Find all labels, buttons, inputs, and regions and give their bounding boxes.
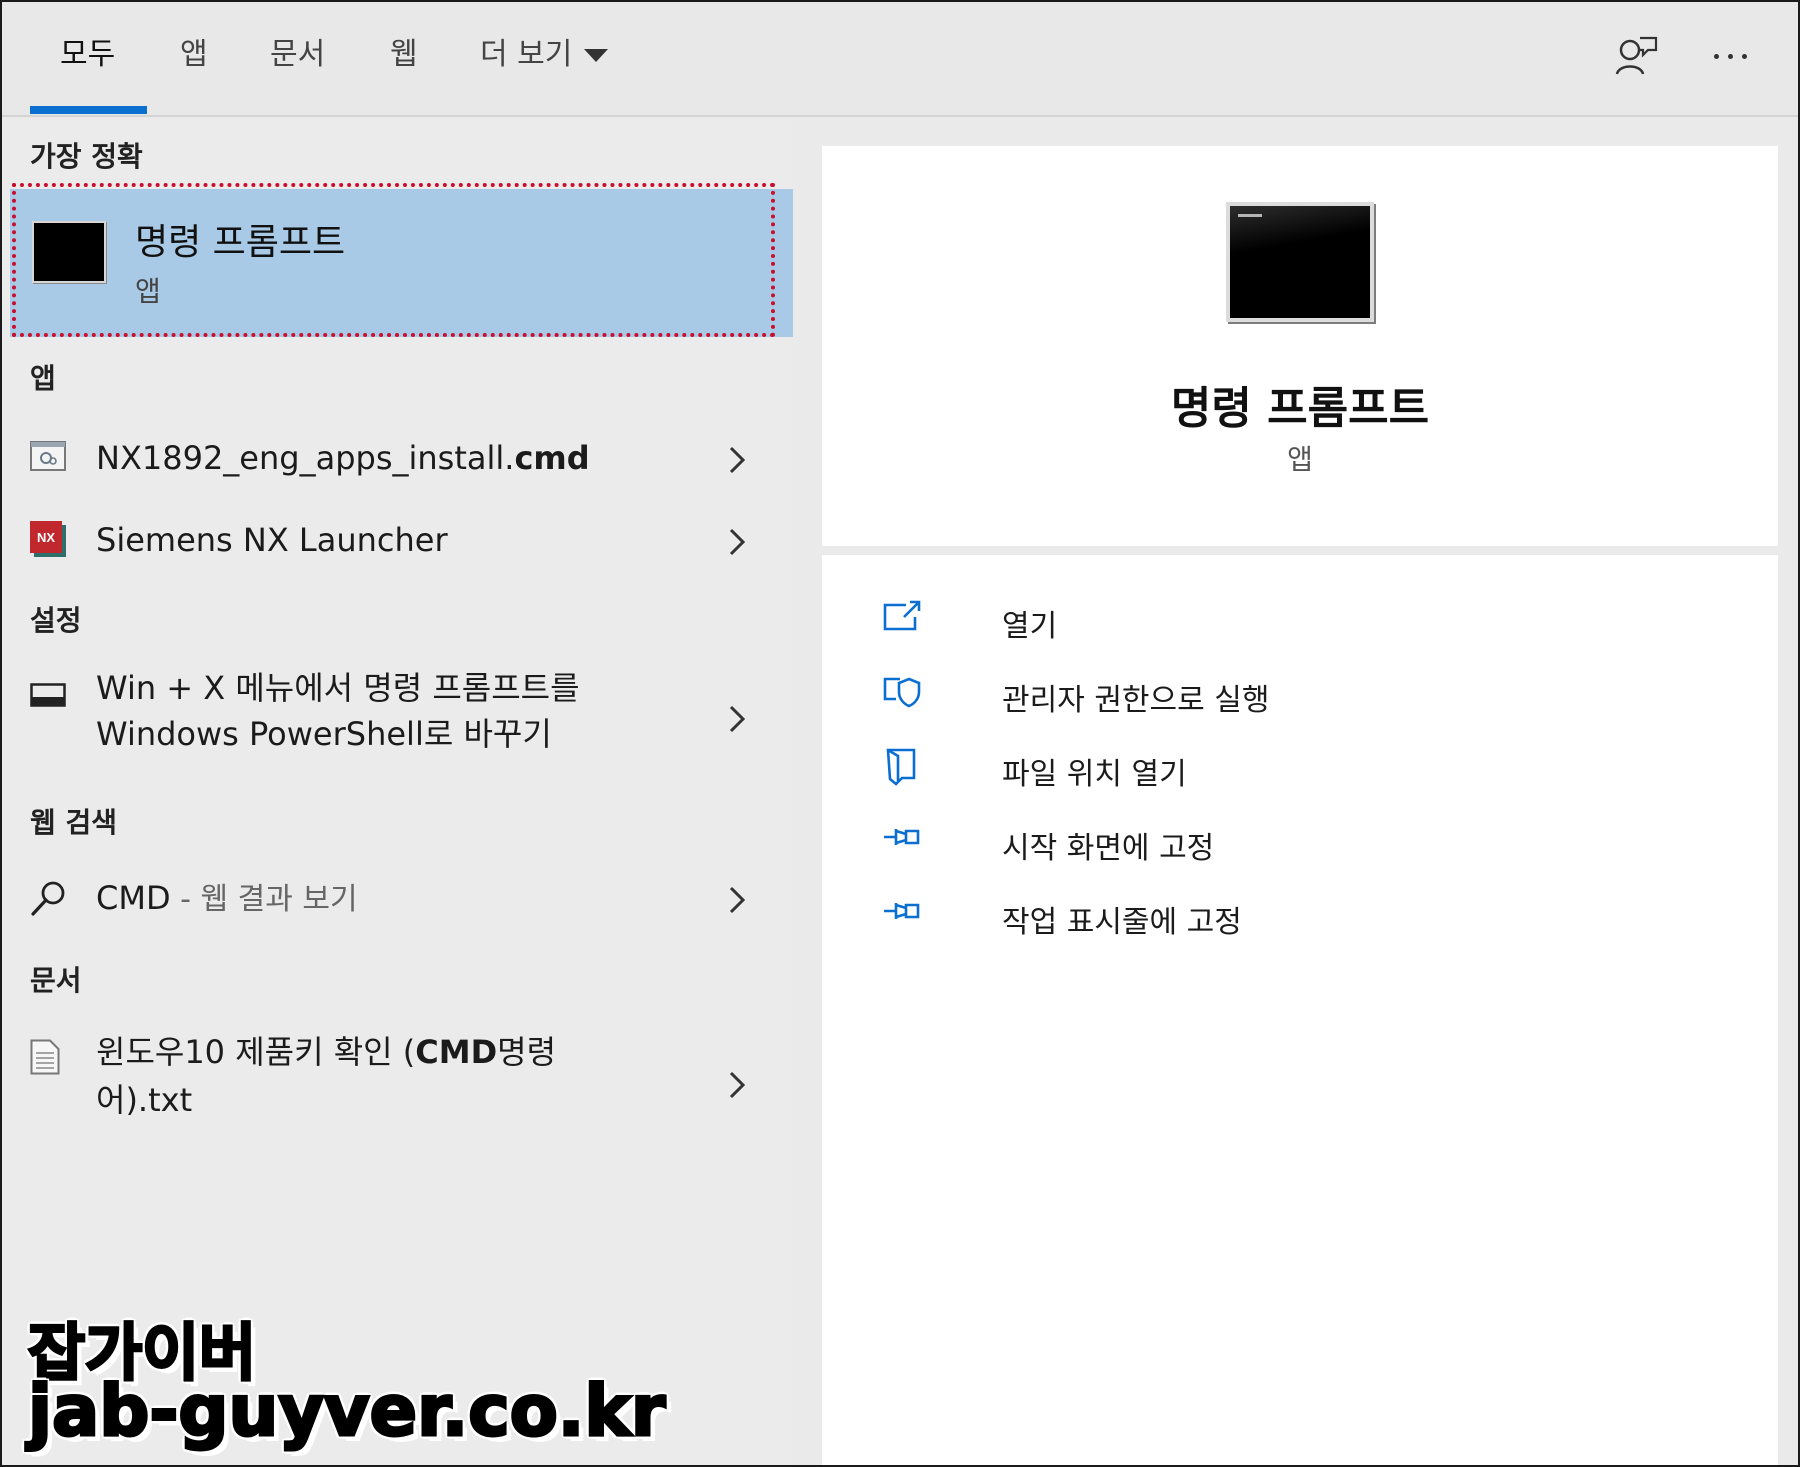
detail-header: 명령 프롬프트 앱 (822, 146, 1778, 546)
list-item-nx-install-cmd[interactable]: NX1892_eng_apps_install.cmd (2, 423, 793, 493)
active-tab-indicator (30, 106, 147, 114)
action-label: 시작 화면에 고정 (1002, 831, 1215, 866)
setting-label-line2: Windows PowerShell로 바꾸기 (96, 715, 552, 753)
open-icon (883, 600, 921, 631)
tab-documents[interactable]: 문서 (270, 32, 325, 78)
action-label: 파일 위치 열기 (1002, 757, 1187, 792)
text-document-icon (30, 1039, 60, 1075)
best-match-subtitle: 앱 (135, 275, 161, 308)
file-name-prefix: NX1892_eng_apps_install. (96, 439, 515, 477)
section-best-match-heading: 가장 정확 (30, 140, 143, 173)
chevron-right-icon (729, 705, 746, 733)
results-list: 가장 정확 명령 프롬프트 앱 앱 NX1892_eng_apps_instal… (2, 117, 793, 1465)
chevron-right-icon (729, 446, 746, 474)
web-query: CMD (96, 879, 171, 917)
list-item-label: CMD - 웹 결과 보기 (96, 875, 358, 923)
detail-actions: 열기 관리자 권한으로 실행 파일 위치 열기 시작 화면에 고정 작업 표시줄… (822, 555, 1778, 1465)
section-documents-heading: 문서 (30, 964, 82, 997)
search-window: 모두 앱 문서 웹 더 보기 가장 정확 명령 프롬프트 앱 앱 NX1892_… (0, 0, 1800, 1467)
search-icon (31, 881, 65, 916)
section-web-search-heading: 웹 검색 (30, 806, 118, 839)
list-item-web-search-cmd[interactable]: CMD - 웹 결과 보기 (2, 863, 793, 933)
document-label-bold: CMD (415, 1033, 498, 1071)
highlight-annotation (12, 183, 775, 337)
action-label: 관리자 권한으로 실행 (1002, 683, 1270, 718)
more-ellipsis-icon (1714, 54, 1719, 59)
feedback-button[interactable] (1614, 34, 1658, 78)
best-match-title: 명령 프롬프트 (135, 222, 346, 263)
tab-all[interactable]: 모두 (60, 32, 115, 78)
command-prompt-icon (1226, 202, 1374, 322)
pin-icon (884, 829, 920, 845)
web-result-hint: - 웹 결과 보기 (170, 882, 358, 917)
cmd-script-icon (30, 441, 66, 471)
section-settings-heading: 설정 (30, 604, 82, 637)
more-ellipsis-dot (1742, 54, 1747, 59)
chevron-right-icon (729, 886, 746, 914)
admin-shield-icon (883, 677, 921, 708)
detail-title: 명령 프롬프트 (1170, 383, 1430, 434)
more-options-button[interactable] (1706, 38, 1756, 74)
tab-web[interactable]: 웹 (390, 32, 418, 78)
pin-icon (884, 903, 920, 919)
tab-more[interactable]: 더 보기 (480, 32, 609, 78)
list-item-label: Siemens NX Launcher (96, 521, 448, 559)
list-item-product-key-doc[interactable]: 윈도우10 제품키 확인 (CMD명령 어).txt (2, 1025, 793, 1145)
more-ellipsis-dot (1728, 54, 1733, 59)
document-label-line1: 윈도우10 제품키 확인 (CMD명령 (96, 1029, 556, 1075)
svg-text:NX: NX (37, 530, 55, 545)
command-prompt-icon (32, 221, 106, 283)
list-item-winx-setting[interactable]: Win + X 메뉴에서 명령 프롬프트를 Windows PowerShell… (2, 661, 793, 779)
tab-more-label: 더 보기 (480, 37, 573, 72)
setting-label-line1: Win + X 메뉴에서 명령 프롬프트를 (96, 669, 580, 707)
action-label: 작업 표시줄에 고정 (1002, 905, 1242, 940)
folder-location-icon (886, 748, 916, 786)
chevron-right-icon (729, 1071, 746, 1099)
search-tab-bar: 모두 앱 문서 웹 더 보기 (2, 2, 1798, 117)
tab-apps[interactable]: 앱 (180, 32, 208, 78)
watermark-url: jab-guyver.co.kr (26, 1369, 666, 1454)
detail-subtitle: 앱 (1287, 443, 1313, 476)
chevron-right-icon (729, 528, 746, 556)
list-item-label: NX1892_eng_apps_install.cmd (96, 435, 590, 481)
action-label: 열기 (1002, 609, 1058, 644)
list-item-siemens-nx-launcher[interactable]: NX Siemens NX Launcher (2, 505, 793, 575)
section-apps-heading: 앱 (30, 362, 56, 395)
taskbar-icon (30, 683, 66, 707)
feedback-person-icon (1615, 36, 1658, 75)
file-extension: cmd (514, 439, 590, 477)
nx-logo-icon: NX (30, 521, 66, 557)
chevron-down-icon (584, 49, 609, 62)
document-label-prefix: 윈도우10 제품키 확인 ( (96, 1033, 416, 1071)
document-label-suffix: 명령 (497, 1033, 557, 1071)
document-label-line2: 어).txt (96, 1081, 193, 1119)
